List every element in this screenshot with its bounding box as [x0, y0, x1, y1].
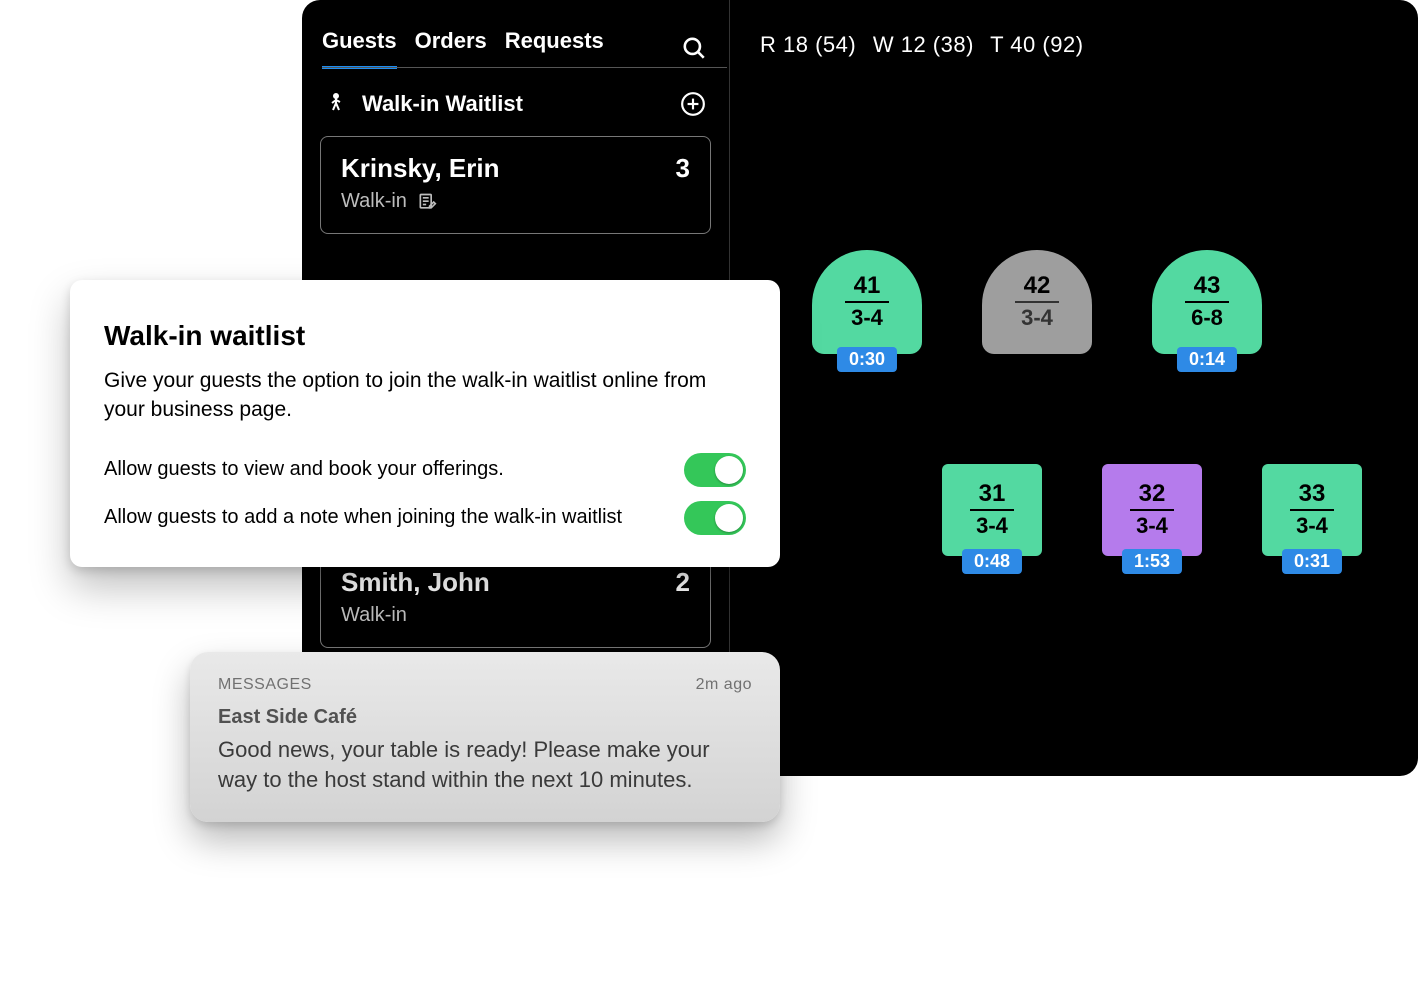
table-timer: 0:48 — [962, 549, 1022, 574]
table-42[interactable]: 42 3-4 — [982, 250, 1092, 354]
table-number: 32 — [1139, 482, 1166, 506]
floor-plan: 41 3-4 0:30 42 3-4 43 6-8 0:14 31 3-4 — [812, 250, 1418, 556]
notification-sender: East Side Café — [218, 706, 752, 729]
notification-time: 2m ago — [696, 676, 752, 694]
status-reserved: R 18 (54) — [760, 32, 856, 57]
settings-title: Walk-in waitlist — [104, 320, 746, 352]
waitlist-title: Walk-in Waitlist — [362, 91, 665, 117]
table-33[interactable]: 33 3-4 0:31 — [1262, 464, 1362, 556]
table-timer: 0:30 — [837, 347, 897, 372]
tabs-underline — [322, 67, 727, 68]
guest-card[interactable]: Krinsky, Erin 3 Walk-in — [320, 136, 711, 234]
floor-row: 31 3-4 0:48 32 3-4 1:53 33 3-4 0:31 — [942, 464, 1418, 556]
waitlist-settings-card: Walk-in waitlist Give your guests the op… — [70, 280, 780, 567]
notification-card[interactable]: MESSAGES 2m ago East Side Café Good news… — [190, 652, 780, 822]
setting-row-add-note: Allow guests to add a note when joining … — [104, 501, 746, 535]
setting-row-view-book: Allow guests to view and book your offer… — [104, 453, 746, 487]
note-icon — [417, 192, 437, 212]
status-waitlist: W 12 (38) — [873, 32, 974, 57]
setting-label: Allow guests to view and book your offer… — [104, 458, 684, 481]
guest-count: 2 — [676, 567, 690, 598]
notification-body: Good news, your table is ready! Please m… — [218, 735, 752, 794]
walk-icon — [324, 91, 348, 117]
tabs-row: Guests Orders Requests — [302, 0, 729, 68]
table-timer: 0:14 — [1177, 347, 1237, 372]
guest-count: 3 — [676, 153, 690, 184]
search-icon[interactable] — [679, 33, 709, 63]
floor-plan-pane: R 18 (54) W 12 (38) T 40 (92) 41 3-4 0:3… — [742, 0, 1418, 776]
table-number: 33 — [1299, 482, 1326, 506]
table-timer: 0:31 — [1282, 549, 1342, 574]
table-43[interactable]: 43 6-8 0:14 — [1152, 250, 1262, 354]
table-41[interactable]: 41 3-4 0:30 — [812, 250, 922, 354]
add-waitlist-button[interactable] — [679, 90, 707, 118]
guest-type: Walk-in — [341, 190, 407, 213]
table-capacity: 3-4 — [1290, 509, 1334, 539]
floor-row: 41 3-4 0:30 42 3-4 43 6-8 0:14 — [812, 250, 1418, 354]
table-number: 31 — [979, 482, 1006, 506]
status-total: T 40 (92) — [990, 32, 1083, 57]
waitlist-header: Walk-in Waitlist — [302, 68, 729, 136]
status-bar: R 18 (54) W 12 (38) T 40 (92) — [742, 0, 1418, 58]
tab-orders[interactable]: Orders — [415, 28, 487, 68]
table-capacity: 3-4 — [970, 509, 1014, 539]
tab-guests[interactable]: Guests — [322, 28, 397, 68]
notification-app-label: MESSAGES — [218, 676, 312, 694]
notification-header: MESSAGES 2m ago — [218, 676, 752, 694]
table-timer: 1:53 — [1122, 549, 1182, 574]
tab-requests[interactable]: Requests — [505, 28, 604, 68]
guest-type: Walk-in — [341, 604, 407, 627]
table-capacity: 3-4 — [1015, 301, 1059, 331]
table-32[interactable]: 32 3-4 1:53 — [1102, 464, 1202, 556]
table-capacity: 3-4 — [1130, 509, 1174, 539]
guest-name: Krinsky, Erin — [341, 153, 499, 184]
table-number: 41 — [854, 274, 881, 298]
toggle-add-note[interactable] — [684, 501, 746, 535]
table-capacity: 6-8 — [1185, 301, 1229, 331]
settings-lead: Give your guests the option to join the … — [104, 366, 746, 425]
table-number: 42 — [1024, 274, 1051, 298]
table-capacity: 3-4 — [845, 301, 889, 331]
toggle-view-book[interactable] — [684, 453, 746, 487]
setting-label: Allow guests to add a note when joining … — [104, 506, 684, 529]
table-number: 43 — [1194, 274, 1221, 298]
guest-name: Smith, John — [341, 567, 490, 598]
table-31[interactable]: 31 3-4 0:48 — [942, 464, 1042, 556]
